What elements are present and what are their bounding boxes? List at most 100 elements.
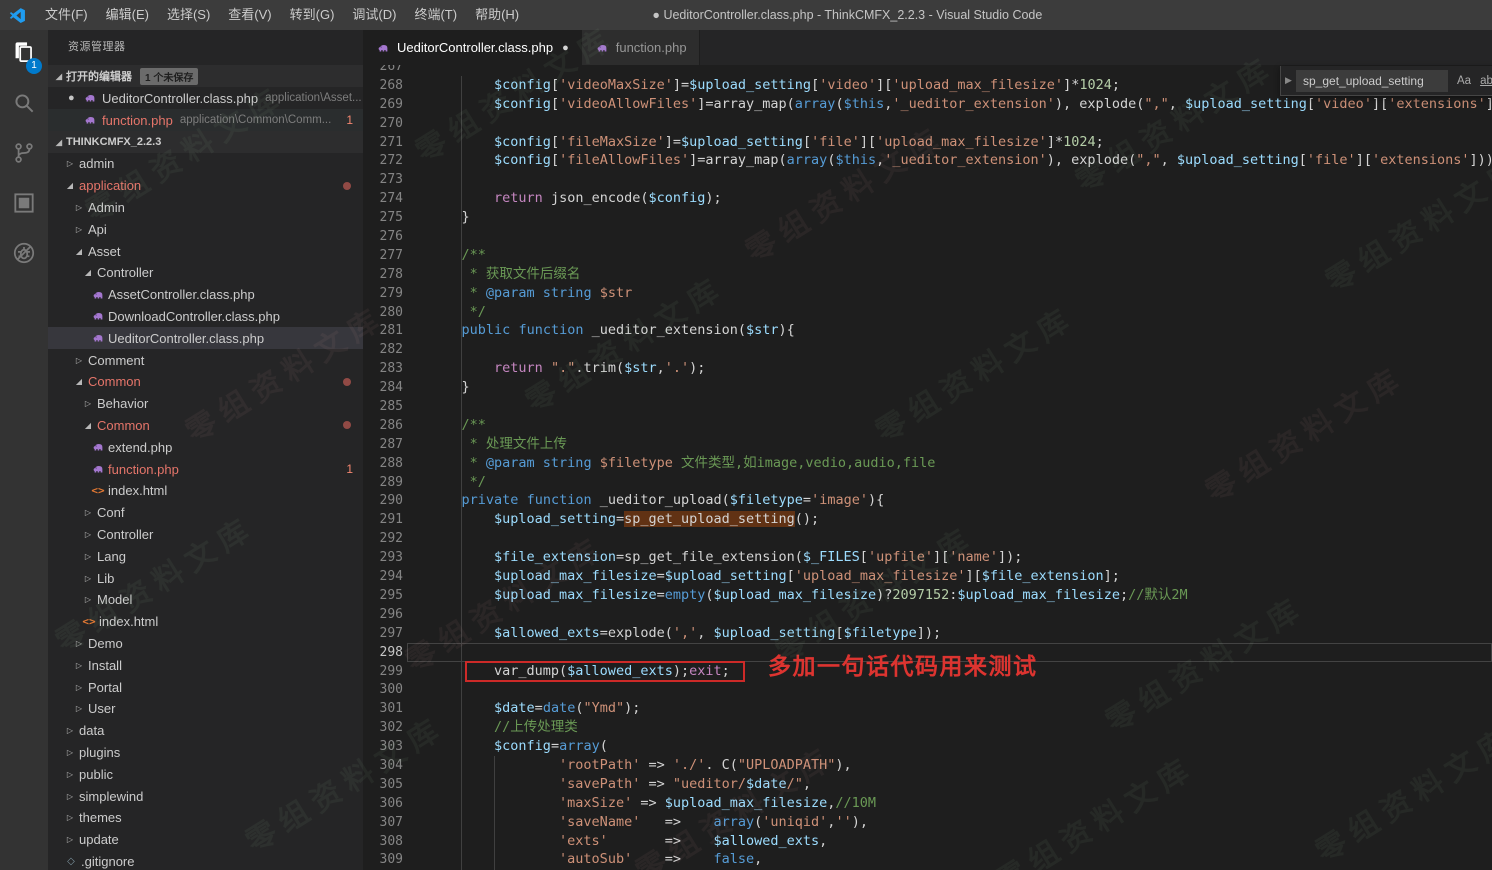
tree-item[interactable]: ▷Conf [48, 502, 363, 524]
code-line: 307 'saveName' => array('uniqid',''), [363, 813, 1492, 832]
tree-item[interactable]: <>index.html [48, 611, 363, 633]
find-input[interactable] [1296, 70, 1448, 92]
twistie-icon: ▷ [72, 639, 86, 648]
tree-item[interactable]: ▷Lib [48, 567, 363, 589]
tree-item[interactable]: extend.php [48, 436, 363, 458]
error-dot [343, 421, 351, 429]
tree-item-label: Admin [88, 200, 125, 215]
activity-source-control[interactable] [0, 130, 48, 180]
tab-label: function.php [616, 40, 687, 55]
tree-item[interactable]: ▷data [48, 720, 363, 742]
tree-item[interactable]: ◢application [48, 175, 363, 197]
tree-item[interactable]: ▷User [48, 698, 363, 720]
tree-item-label: Portal [88, 680, 122, 695]
tree-item[interactable]: ◢Common [48, 415, 363, 437]
menu-item[interactable]: 调试(D) [343, 7, 405, 22]
code-line: 295 $upload_max_filesize=empty($upload_m… [363, 586, 1492, 605]
tree-item[interactable]: ▷public [48, 763, 363, 785]
tree-item[interactable]: ◢Common [48, 371, 363, 393]
line-number: 307 [363, 814, 403, 833]
code-line: 272 $config['fileAllowFiles']=array_map(… [363, 151, 1492, 170]
tree-item[interactable]: DownloadController.class.php [48, 306, 363, 328]
tree-item[interactable]: UeditorController.class.php [48, 327, 363, 349]
menu-item[interactable]: 转到(G) [281, 7, 344, 22]
whole-word-button[interactable]: ab [1480, 75, 1492, 87]
tree-item[interactable]: ▷Comment [48, 349, 363, 371]
line-number: 276 [363, 228, 403, 247]
activity-extensions[interactable] [0, 180, 48, 230]
code-line: 273 [363, 170, 1492, 189]
tree-item[interactable]: <>index.html [48, 480, 363, 502]
code-line: 302 //上传处理类 [363, 718, 1492, 737]
tree-item-label: AssetController.class.php [108, 287, 255, 302]
tree-item[interactable]: ▷admin [48, 153, 363, 175]
tree-item[interactable]: ◢Asset [48, 240, 363, 262]
tree-item-label: function.php [108, 462, 179, 477]
tree-item[interactable]: ▷Admin [48, 197, 363, 219]
tree-item[interactable]: ▷Model [48, 589, 363, 611]
line-number: 293 [363, 549, 403, 568]
twistie-icon: ▷ [72, 225, 86, 234]
tree-item-label: UeditorController.class.php [108, 331, 264, 346]
extensions-icon [11, 190, 37, 221]
menu-item[interactable]: 选择(S) [158, 7, 219, 22]
tab[interactable]: function.php [582, 30, 700, 65]
menu-item[interactable]: 文件(F) [36, 7, 97, 22]
tree-item[interactable]: ◢Controller [48, 262, 363, 284]
code-line: 292 [363, 529, 1492, 548]
activity-debug[interactable] [0, 230, 48, 280]
menu-item[interactable]: 帮助(H) [466, 7, 528, 22]
code-editor[interactable]: 267268 $config['videoMaxSize']=$upload_s… [363, 65, 1492, 870]
tree-item[interactable]: ▷update [48, 829, 363, 851]
menu-item[interactable]: 终端(T) [405, 7, 466, 22]
tree-item[interactable]: ▷themes [48, 807, 363, 829]
twistie-icon: ▷ [63, 748, 77, 757]
line-number: 271 [363, 134, 403, 153]
tree-item[interactable]: ▷Api [48, 218, 363, 240]
code-line: 274 return json_encode($config); [363, 189, 1492, 208]
code-line: 296 [363, 605, 1492, 624]
modified-dot-icon: ● [68, 92, 82, 104]
tree-item[interactable]: AssetController.class.php [48, 284, 363, 306]
php-icon [594, 40, 610, 55]
tree-item[interactable]: ▷Demo [48, 633, 363, 655]
line-number: 282 [363, 341, 403, 360]
tree-item[interactable]: ▷Install [48, 654, 363, 676]
line-number: 283 [363, 360, 403, 379]
code-line: 280 */ [363, 303, 1492, 322]
activity-badge: 1 [26, 58, 42, 74]
code-line: 309 'autoSub' => false, [363, 850, 1492, 869]
open-editor-item[interactable]: function.phpapplication\Common\Comm...1 [48, 109, 363, 131]
line-number: 278 [363, 266, 403, 285]
find-expand-toggle-icon[interactable]: ▶ [1281, 75, 1296, 86]
line-number: 272 [363, 152, 403, 171]
twistie-icon: ▷ [72, 661, 86, 670]
tree-item[interactable]: ▷Portal [48, 676, 363, 698]
activity-search[interactable] [0, 80, 48, 130]
tree-item[interactable]: function.php 1 [48, 458, 363, 480]
match-case-button[interactable]: Aa [1457, 75, 1471, 87]
tree-item[interactable]: ▷simplewind [48, 785, 363, 807]
twistie-icon: ◢ [52, 72, 66, 81]
tree-item[interactable]: ◇.gitignore [48, 851, 363, 870]
tree-item[interactable]: ▷Behavior [48, 393, 363, 415]
php-icon [82, 91, 98, 106]
twistie-icon: ▷ [63, 792, 77, 801]
tree-item-label: Install [88, 658, 122, 673]
open-editor-item[interactable]: ●UeditorController.class.phpapplication\… [48, 87, 363, 109]
code-line: 291 $upload_setting=sp_get_upload_settin… [363, 510, 1492, 529]
tab[interactable]: UeditorController.class.php● [363, 30, 582, 65]
activity-explorer[interactable]: 1 [0, 30, 48, 80]
tree-item[interactable]: ▷plugins [48, 742, 363, 764]
problems-count-badge: 1 [346, 462, 353, 476]
file-tree: ▷admin◢application▷Admin▷Api◢Asset◢Contr… [48, 153, 363, 870]
menu-item[interactable]: 编辑(E) [97, 7, 158, 22]
open-editors-header[interactable]: ◢ 打开的编辑器 1 个未保存 [48, 65, 363, 87]
folder-section-header[interactable]: ◢ THINKCMFX_2.2.3 [48, 131, 363, 153]
open-editor-path: application\Common\Comm... [180, 114, 331, 126]
tree-item[interactable]: ▷Controller [48, 524, 363, 546]
tree-item[interactable]: ▷Lang [48, 545, 363, 567]
menu-item[interactable]: 查看(V) [219, 7, 280, 22]
line-number: 304 [363, 757, 403, 776]
tree-item-label: Lib [97, 571, 114, 586]
